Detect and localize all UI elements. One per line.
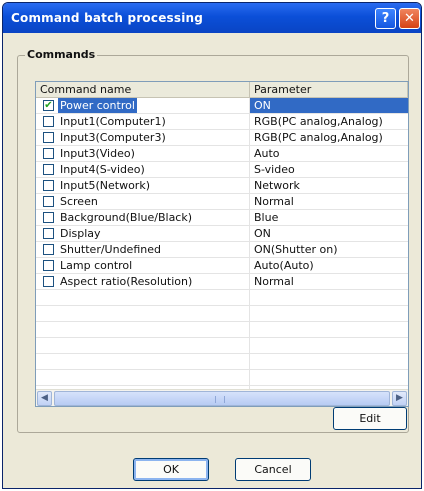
scrollbar-grip-icon bbox=[215, 396, 225, 403]
commands-group-label: Commands bbox=[25, 48, 98, 61]
parameter-cell[interactable]: S-video bbox=[250, 162, 408, 177]
table-row[interactable]: Aspect ratio(Resolution) Normal bbox=[36, 274, 408, 290]
row-checkbox[interactable] bbox=[43, 260, 54, 271]
close-button[interactable]: ✕ bbox=[399, 8, 420, 29]
empty-cell bbox=[36, 322, 250, 337]
command-rows: ✔ Power control ON Input1(Computer1) RGB(PC … bbox=[36, 98, 408, 402]
command-name-label: Background(Blue/Black) bbox=[60, 211, 193, 224]
table-row[interactable]: Background(Blue/Black) Blue bbox=[36, 210, 408, 226]
row-checkbox[interactable] bbox=[43, 164, 54, 175]
scrollbar-thumb[interactable] bbox=[54, 391, 390, 406]
parameter-cell[interactable]: RGB(PC analog,Analog) bbox=[250, 130, 408, 145]
parameter-cell[interactable]: Auto bbox=[250, 146, 408, 161]
command-name-cell[interactable]: Input5(Network) bbox=[36, 178, 250, 193]
command-list[interactable]: Command name Parameter ✔ Power control ON I… bbox=[35, 81, 409, 407]
command-name-label: Aspect ratio(Resolution) bbox=[60, 275, 193, 288]
command-name-cell[interactable]: Display bbox=[36, 226, 250, 241]
command-name-label: Lamp control bbox=[60, 259, 133, 272]
column-header-command-name[interactable]: Command name bbox=[36, 82, 250, 98]
empty-table-row bbox=[36, 290, 408, 306]
command-name-label: Input4(S-video) bbox=[60, 163, 145, 176]
help-button[interactable]: ? bbox=[375, 8, 396, 29]
parameter-cell[interactable]: ON bbox=[250, 226, 408, 241]
table-row[interactable]: Screen Normal bbox=[36, 194, 408, 210]
row-checkbox[interactable] bbox=[43, 132, 54, 143]
parameter-cell[interactable]: ON(Shutter on) bbox=[250, 242, 408, 257]
scroll-left-icon[interactable]: ◀ bbox=[37, 391, 52, 406]
parameter-cell[interactable]: Blue bbox=[250, 210, 408, 225]
row-checkbox[interactable] bbox=[43, 228, 54, 239]
row-checkbox[interactable] bbox=[43, 180, 54, 191]
empty-table-row bbox=[36, 322, 408, 338]
title-bar[interactable]: Command batch processing ? ✕ bbox=[3, 3, 421, 33]
table-row[interactable]: Input3(Video) Auto bbox=[36, 146, 408, 162]
empty-table-row bbox=[36, 338, 408, 354]
row-checkbox[interactable] bbox=[43, 148, 54, 159]
parameter-cell[interactable]: Normal bbox=[250, 194, 408, 209]
row-checkbox[interactable] bbox=[43, 276, 54, 287]
empty-cell bbox=[36, 354, 250, 369]
table-row[interactable]: Input1(Computer1) RGB(PC analog,Analog) bbox=[36, 114, 408, 130]
empty-cell bbox=[36, 290, 250, 305]
command-name-cell[interactable]: Input3(Computer3) bbox=[36, 130, 250, 145]
command-name-label: Input3(Video) bbox=[60, 147, 135, 160]
parameter-cell[interactable]: RGB(PC analog,Analog) bbox=[250, 114, 408, 129]
row-checkbox[interactable] bbox=[43, 116, 54, 127]
parameter-cell[interactable]: ON bbox=[250, 98, 408, 113]
empty-table-row bbox=[36, 354, 408, 370]
horizontal-scrollbar[interactable]: ◀ ▶ bbox=[36, 389, 408, 406]
empty-cell bbox=[36, 370, 250, 385]
command-name-cell[interactable]: Lamp control bbox=[36, 258, 250, 273]
table-row[interactable]: Input4(S-video) S-video bbox=[36, 162, 408, 178]
command-name-cell[interactable]: Input1(Computer1) bbox=[36, 114, 250, 129]
empty-table-row bbox=[36, 306, 408, 322]
table-row[interactable]: Input3(Computer3) RGB(PC analog,Analog) bbox=[36, 130, 408, 146]
scroll-right-icon[interactable]: ▶ bbox=[392, 391, 407, 406]
table-row[interactable]: Input5(Network) Network bbox=[36, 178, 408, 194]
command-name-cell[interactable]: Background(Blue/Black) bbox=[36, 210, 250, 225]
table-row[interactable]: Display ON bbox=[36, 226, 408, 242]
row-checkbox[interactable]: ✔ bbox=[43, 100, 54, 111]
window-title: Command batch processing bbox=[11, 11, 204, 25]
table-row[interactable]: Shutter/Undefined ON(Shutter on) bbox=[36, 242, 408, 258]
command-name-label: Display bbox=[60, 227, 101, 240]
row-checkbox[interactable] bbox=[43, 212, 54, 223]
command-name-label: Screen bbox=[60, 195, 98, 208]
row-checkbox[interactable] bbox=[43, 244, 54, 255]
parameter-cell[interactable]: Normal bbox=[250, 274, 408, 289]
command-name-label: Input5(Network) bbox=[60, 179, 150, 192]
command-name-cell[interactable]: Screen bbox=[36, 194, 250, 209]
command-name-label: Input3(Computer3) bbox=[60, 131, 166, 144]
parameter-cell[interactable]: Auto(Auto) bbox=[250, 258, 408, 273]
command-name-label: Shutter/Undefined bbox=[60, 243, 161, 256]
empty-cell bbox=[36, 306, 250, 321]
ok-button[interactable]: OK bbox=[133, 458, 209, 481]
row-checkbox[interactable] bbox=[43, 196, 54, 207]
empty-table-row bbox=[36, 370, 408, 386]
column-header-parameter[interactable]: Parameter bbox=[250, 82, 408, 98]
cancel-button[interactable]: Cancel bbox=[235, 458, 311, 481]
parameter-cell[interactable]: Network bbox=[250, 178, 408, 193]
command-name-cell[interactable]: Input3(Video) bbox=[36, 146, 250, 161]
command-name-cell[interactable]: Shutter/Undefined bbox=[36, 242, 250, 257]
dialog-window: Command batch processing ? ✕ Commands Co… bbox=[2, 2, 422, 489]
command-name-cell[interactable]: Aspect ratio(Resolution) bbox=[36, 274, 250, 289]
table-row[interactable]: Lamp control Auto(Auto) bbox=[36, 258, 408, 274]
command-name-label: Input1(Computer1) bbox=[60, 115, 166, 128]
edit-button[interactable]: Edit bbox=[333, 407, 407, 430]
empty-cell bbox=[36, 338, 250, 353]
command-name-label: Power control bbox=[58, 98, 137, 113]
command-name-cell[interactable]: Input4(S-video) bbox=[36, 162, 250, 177]
table-row[interactable]: ✔ Power control ON bbox=[36, 98, 408, 114]
command-name-cell[interactable]: ✔ Power control bbox=[36, 98, 250, 113]
